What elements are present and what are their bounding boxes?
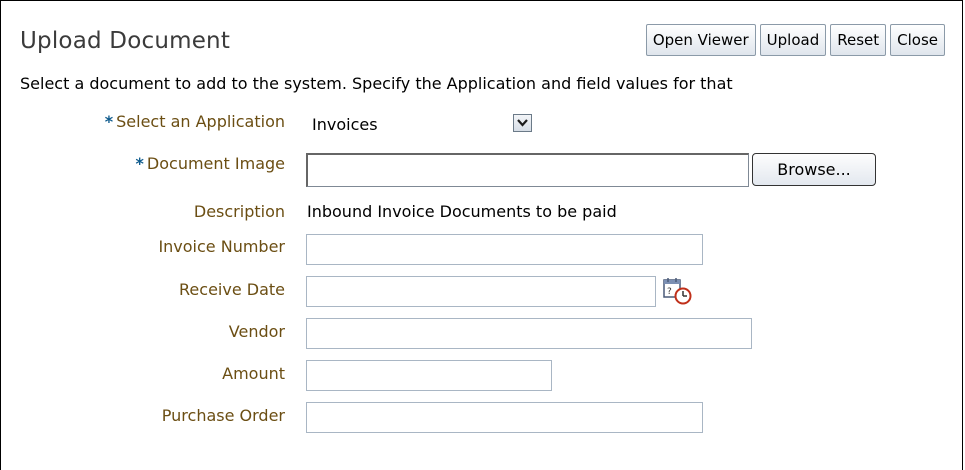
close-button[interactable]: Close	[890, 24, 945, 56]
page-title: Upload Document	[20, 28, 231, 54]
purchase-order-label: Purchase Order	[161, 406, 285, 425]
required-marker: *	[104, 112, 114, 131]
svg-text:?: ?	[667, 287, 672, 297]
description-label: Description	[193, 202, 285, 221]
calendar-clock-icon[interactable]: ?	[662, 276, 694, 306]
document-image-field[interactable]	[306, 153, 749, 187]
amount-label: Amount	[222, 364, 285, 383]
invoice-number-field[interactable]	[306, 234, 703, 265]
browse-button[interactable]: Browse...	[752, 153, 876, 186]
reset-button[interactable]: Reset	[830, 24, 887, 56]
application-label: * Select an Application	[104, 112, 285, 131]
toolbar: Open Viewer Upload Reset Close	[645, 24, 945, 56]
vendor-label: Vendor	[228, 322, 285, 341]
upload-button[interactable]: Upload	[759, 24, 827, 56]
application-select[interactable]: Invoices	[306, 111, 532, 137]
invoice-number-label: Invoice Number	[158, 237, 285, 256]
purchase-order-field[interactable]	[306, 402, 703, 433]
document-image-label: * Document Image	[135, 154, 285, 173]
amount-field[interactable]	[306, 360, 552, 391]
chevron-down-icon[interactable]	[513, 114, 532, 132]
description-value: Inbound Invoice Documents to be paid	[307, 202, 617, 221]
application-select-value: Invoices	[312, 114, 378, 134]
receive-date-field[interactable]	[306, 276, 656, 307]
vendor-field[interactable]	[306, 318, 752, 349]
open-viewer-button[interactable]: Open Viewer	[645, 24, 756, 56]
receive-date-label: Receive Date	[179, 280, 285, 299]
required-marker: *	[135, 154, 144, 173]
instructions-text: Select a document to add to the system. …	[20, 74, 733, 93]
